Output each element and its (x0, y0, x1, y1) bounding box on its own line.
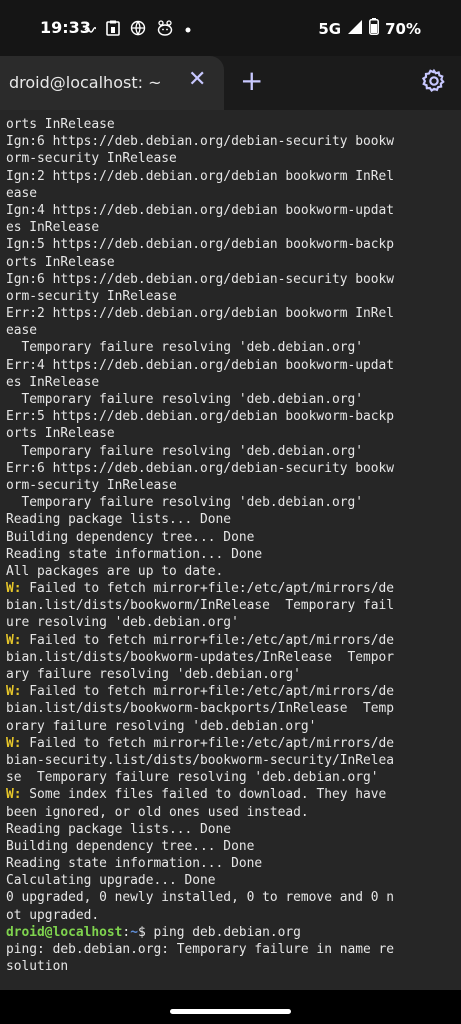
warning-prefix: W: (6, 735, 22, 751)
terminal-line: Building dependency tree... Done (6, 529, 255, 545)
warning-prefix: W: (6, 787, 22, 803)
battery-percent: 70% (385, 19, 421, 38)
warning-text: Failed to fetch mirror+file:/etc/apt/mir… (21, 632, 395, 648)
terminal-line: Calculating upgrade... Done (6, 873, 216, 889)
terminal-line: bian.list/dists/bookworm-updates/InRelea… (6, 649, 395, 665)
network-type: 5G (318, 19, 342, 38)
tab-bar: droid@localhost: ~ ✕ + (0, 56, 461, 110)
warning-text: Failed to fetch mirror+file:/etc/apt/mir… (21, 735, 395, 751)
terminal-output[interactable]: orts InRelease Ign:6 https://deb.debian.o… (0, 110, 461, 990)
add-tab-button[interactable]: + (240, 64, 263, 97)
terminal-line: W: Failed to fetch mirror+file:/etc/apt/… (6, 683, 461, 700)
prompt-path: ~ (130, 924, 138, 940)
terminal-line: orts InRelease (6, 426, 115, 442)
terminal-line: orts InRelease (6, 254, 115, 270)
clipboard-icon (106, 20, 120, 39)
terminal-line: Err:2 https://deb.debian.org/debian book… (6, 306, 395, 322)
warning-prefix: W: (6, 632, 22, 648)
prompt-command: ping deb.debian.org (153, 924, 301, 940)
terminal-line: Err:5 https://deb.debian.org/debian book… (6, 409, 395, 425)
terminal-line: Reading package lists... Done (6, 821, 232, 837)
prompt-user: droid@localhost (6, 924, 123, 940)
terminal-line: Temporary failure resolving 'deb.debian.… (6, 392, 363, 407)
wave-icon (84, 23, 97, 37)
warning-prefix: W: (6, 684, 22, 700)
navigation-bar (0, 990, 461, 1024)
terminal-line: bian.list/dists/bookworm-backports/InRel… (6, 701, 395, 717)
close-icon[interactable]: ✕ (188, 67, 206, 92)
terminal-line: Temporary failure resolving 'deb.debian.… (6, 443, 363, 459)
warning-prefix: W: (6, 581, 22, 597)
terminal-line: W: Failed to fetch mirror+file:/etc/apt/… (6, 735, 461, 752)
globe-icon (130, 20, 146, 39)
prompt-line: droid@localhost:~$ ping deb.debian.org (6, 924, 461, 941)
terminal-line: Ign:5 https://deb.debian.org/debian book… (6, 237, 395, 253)
system-indicators: 5G 70% (318, 18, 421, 39)
terminal-line: ot upgraded. (6, 907, 100, 923)
terminal-line: se Temporary failure resolving 'deb.debi… (6, 770, 379, 786)
terminal-line: 0 upgraded, 0 newly installed, 0 to remo… (6, 890, 395, 906)
terminal-line: Ign:2 https://deb.debian.org/debian book… (6, 168, 395, 184)
terminal-line: solution (6, 959, 69, 975)
pet-icon (156, 20, 174, 39)
terminal-line: ping: deb.debian.org: Temporary failure … (6, 942, 395, 957)
terminal-line: Temporary failure resolving 'deb.debian.… (6, 340, 363, 356)
terminal-line: Ign:6 https://deb.debian.org/debian-secu… (6, 271, 395, 287)
terminal-line: ease (6, 323, 38, 339)
terminal-line: es InRelease (6, 374, 100, 390)
terminal-line: orary failure resolving 'deb.debian.org' (6, 718, 317, 734)
terminal-line: bian.list/dists/bookworm/InRelease Tempo… (6, 598, 395, 614)
terminal-line: ease (6, 185, 38, 201)
prompt-symbol: $ (137, 924, 154, 940)
tab-title: droid@localhost: ~ (9, 73, 162, 92)
terminal-line: Reading state information... Done (6, 856, 263, 872)
terminal-line: W: Failed to fetch mirror+file:/etc/apt/… (6, 632, 461, 649)
gear-icon[interactable] (421, 68, 449, 96)
terminal-line: orts InRelease (6, 117, 115, 132)
terminal-line: es InRelease (6, 220, 100, 236)
terminal-line: Reading package lists... Done (6, 512, 232, 528)
terminal-line: Temporary failure resolving 'deb.debian.… (6, 495, 363, 511)
terminal-line: ure resolving 'deb.debian.org' (6, 615, 239, 631)
terminal-line: Reading state information... Done (6, 546, 263, 562)
terminal-line: been ignored, or old ones used instead. (6, 804, 309, 820)
terminal-line: Err:4 https://deb.debian.org/debian book… (6, 357, 395, 373)
terminal-line: orm-security InRelease (6, 151, 177, 167)
warning-text: Some index files failed to download. The… (21, 787, 387, 803)
dot-icon (184, 23, 192, 37)
terminal-line: All packages are up to date. (6, 563, 224, 579)
home-gesture-handle[interactable] (170, 1009, 291, 1014)
terminal-line: Ign:6 https://deb.debian.org/debian-secu… (6, 134, 395, 150)
battery-icon (369, 18, 380, 39)
status-bar: 19:33 5G 70% (0, 0, 461, 56)
terminal-line: Err:6 https://deb.debian.org/debian-secu… (6, 460, 395, 476)
notification-icons (84, 20, 192, 39)
terminal-line: Ign:4 https://deb.debian.org/debian book… (6, 202, 395, 218)
warning-text: Failed to fetch mirror+file:/etc/apt/mir… (21, 684, 395, 700)
tab-session[interactable]: droid@localhost: ~ ✕ (0, 56, 224, 110)
terminal-line: Building dependency tree... Done (6, 838, 255, 854)
terminal-line: W: Some index files failed to download. … (6, 786, 461, 803)
terminal-line: bian-security.list/dists/bookworm-securi… (6, 752, 395, 768)
terminal-line: W: Failed to fetch mirror+file:/etc/apt/… (6, 580, 461, 597)
terminal-line: ary failure resolving 'deb.debian.org' (6, 667, 301, 682)
signal-icon (347, 19, 363, 39)
warning-text: Failed to fetch mirror+file:/etc/apt/mir… (21, 581, 395, 597)
terminal-line: orm-security InRelease (6, 288, 177, 304)
terminal-line: orm-security InRelease (6, 477, 177, 493)
